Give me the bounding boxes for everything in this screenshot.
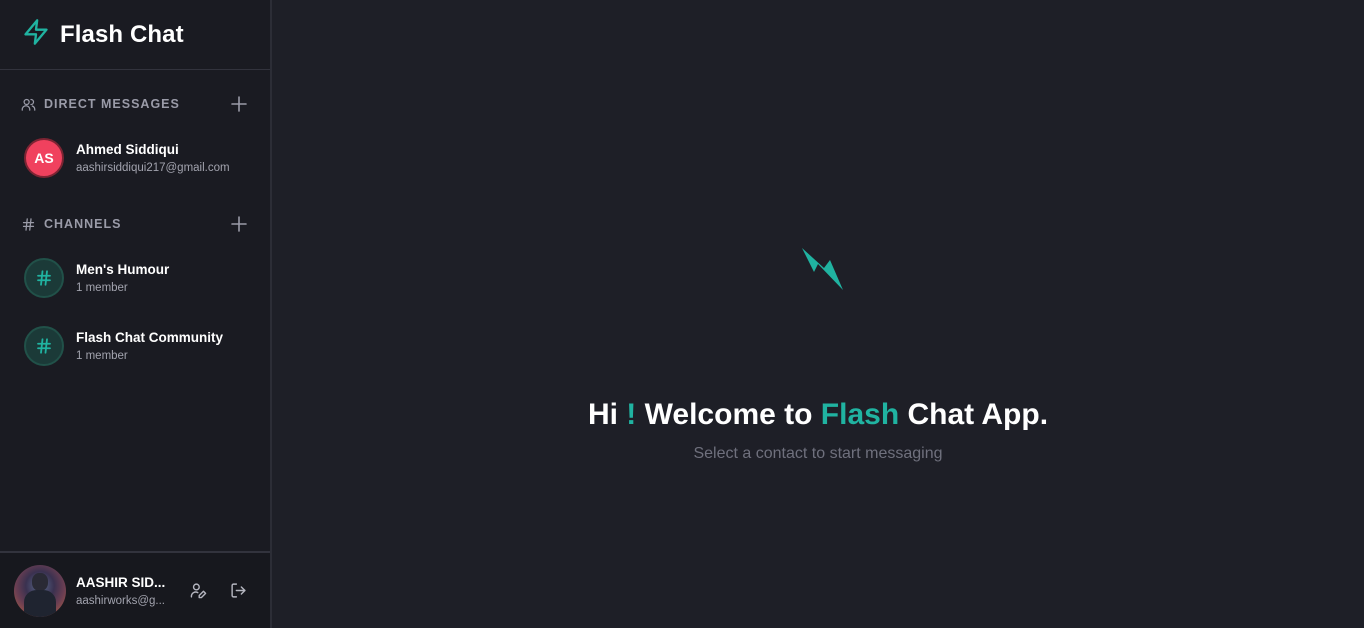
user-avatar[interactable] <box>14 564 66 617</box>
channel-item-flash-chat-community[interactable]: Flash Chat Community 1 member <box>0 316 270 376</box>
logout-button[interactable] <box>226 579 250 603</box>
sidebar: Flash Chat DIRECT MESSAGES AS Ahmed Sidd… <box>0 0 272 628</box>
add-channel-button[interactable] <box>230 215 248 233</box>
welcome-subtitle: Select a contact to start messaging <box>693 445 943 462</box>
main-panel: Hi ! Welcome to Flash Chat App. Select a… <box>272 0 1364 628</box>
logout-icon <box>230 583 246 598</box>
channel-item-mens-humour[interactable]: Men's Humour 1 member <box>0 248 270 308</box>
welcome-hi: Hi <box>587 398 618 431</box>
channel-name: Men's Humour <box>76 262 170 277</box>
welcome-to: Welcome to <box>644 398 813 431</box>
lightning-bolt-icon <box>22 17 50 52</box>
channels-header: CHANNELS <box>0 214 270 234</box>
channel-members: 1 member <box>76 282 128 294</box>
add-direct-message-button[interactable] <box>230 95 248 113</box>
channel-members: 1 member <box>76 350 128 362</box>
welcome-rest: Chat App. <box>907 398 1049 431</box>
user-email: aashirworks@g... <box>76 594 166 607</box>
direct-messages-header: DIRECT MESSAGES <box>0 94 270 114</box>
channels-label: CHANNELS <box>44 217 122 231</box>
user-name: AASHIR SID... <box>76 574 166 590</box>
users-icon <box>20 96 36 112</box>
app-title: Flash Chat <box>60 20 184 48</box>
channel-name: Flash Chat Community <box>76 330 224 345</box>
dm-item-ahmed-siddiqui[interactable]: AS Ahmed Siddiqui aashirsiddiqui217@gmai… <box>0 128 270 188</box>
user-edit-icon <box>190 583 206 599</box>
hash-icon <box>24 258 64 298</box>
hash-icon <box>24 326 64 366</box>
brand-header: Flash Chat <box>0 0 270 70</box>
direct-messages-label: DIRECT MESSAGES <box>44 97 180 111</box>
avatar: AS <box>24 138 64 178</box>
dm-name: Ahmed Siddiqui <box>76 142 179 157</box>
welcome-flash: Flash <box>820 398 900 431</box>
user-profile-bar: AASHIR SID... aashirworks@g... <box>0 551 270 628</box>
flash-logo-icon <box>802 248 843 290</box>
hash-icon <box>20 216 36 232</box>
welcome-heading: Hi ! Welcome to Flash Chat App. <box>272 398 1364 432</box>
dm-email: aashirsiddiqui217@gmail.com <box>76 162 230 174</box>
welcome-exclaim: ! <box>626 398 637 431</box>
edit-profile-button[interactable] <box>186 579 210 603</box>
